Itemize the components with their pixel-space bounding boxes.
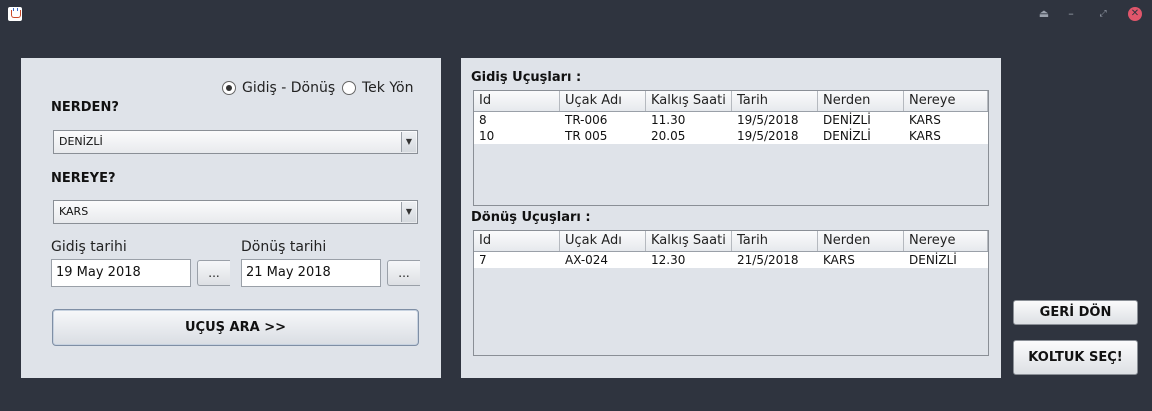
table-cell: DENİZLİ [823,113,871,127]
select-seat-button[interactable]: KOLTUK SEÇ! [1013,340,1138,375]
table-body: 8 TR-006 11.30 19/5/2018 DENİZLİ KARS 10… [474,112,988,205]
table-cell: 12.30 [651,253,686,267]
round-trip-label: Gidiş - Dönüş [242,80,336,96]
java-app-icon [8,7,22,21]
table-cell: TR 005 [565,129,608,143]
column-header[interactable]: Nereye [904,91,988,111]
return-flights-table[interactable]: Id Uçak Adı Kalkış Saati Tarih Nerden Ne… [473,230,989,356]
table-cell: 11.30 [651,113,686,127]
depart-date-picker-button[interactable]: ... [197,260,230,286]
back-button[interactable]: GERİ DÖN [1013,300,1138,325]
outbound-flights-title: Gidiş Uçuşları : [471,70,582,85]
table-body: 7 AX-024 12.30 21/5/2018 KARS DENİZLİ [474,252,988,355]
close-icon[interactable]: ✕ [1128,7,1142,21]
depart-date-label: Gidiş tarihi [51,239,127,255]
table-cell: 19/5/2018 [737,129,799,143]
table-row[interactable]: 10 TR 005 20.05 19/5/2018 DENİZLİ KARS [474,128,988,144]
return-date-picker-button[interactable]: ... [387,260,420,286]
return-date-field[interactable]: 21 May 2018 [241,259,381,287]
outbound-flights-table[interactable]: Id Uçak Adı Kalkış Saati Tarih Nerden Ne… [473,90,989,206]
table-cell: 7 [479,253,487,267]
minimize-icon[interactable]: – [1064,7,1078,21]
table-cell: 8 [479,113,487,127]
table-header: Id Uçak Adı Kalkış Saati Tarih Nerden Ne… [474,231,988,252]
column-header[interactable]: Id [474,91,560,111]
to-label: NEREYE? [51,171,116,186]
radio-selected-icon [222,81,236,95]
search-flights-button[interactable]: UÇUŞ ARA >> [52,309,419,346]
to-select-value: KARS [59,205,89,218]
table-header: Id Uçak Adı Kalkış Saati Tarih Nerden Ne… [474,91,988,112]
from-label: NERDEN? [51,100,119,115]
radio-unselected-icon [342,81,356,95]
search-panel: Gidiş - Dönüş Tek Yön NERDEN? DENİZLİ ▼ … [21,58,441,378]
table-cell: DENİZLİ [823,129,871,143]
depart-date-field[interactable]: 19 May 2018 [51,259,191,287]
table-cell: TR-006 [565,113,608,127]
table-cell: 19/5/2018 [737,113,799,127]
column-header[interactable]: Tarih [732,231,818,251]
eject-icon[interactable]: ⏏ [1037,7,1051,21]
column-header[interactable]: Tarih [732,91,818,111]
column-header[interactable]: Uçak Adı [560,91,646,111]
table-row[interactable]: 8 TR-006 11.30 19/5/2018 DENİZLİ KARS [474,112,988,128]
table-cell: KARS [909,113,941,127]
column-header[interactable]: Nerden [818,91,904,111]
column-header[interactable]: Nerden [818,231,904,251]
table-cell: 10 [479,129,495,143]
one-way-label: Tek Yön [362,80,414,96]
flights-panel: Gidiş Uçuşları : Id Uçak Adı Kalkış Saat… [461,58,1001,378]
table-cell: 20.05 [651,129,686,143]
from-select-value: DENİZLİ [59,135,103,148]
column-header[interactable]: Nereye [904,231,988,251]
return-flights-title: Dönüş Uçuşları : [471,210,591,225]
column-header[interactable]: Id [474,231,560,251]
table-cell: KARS [823,253,855,267]
column-header[interactable]: Kalkış Saati [646,231,732,251]
one-way-radio[interactable]: Tek Yön [342,80,413,96]
table-row[interactable]: 7 AX-024 12.30 21/5/2018 KARS DENİZLİ [474,252,988,268]
restore-icon[interactable]: ⤢ [1096,7,1110,21]
round-trip-radio[interactable]: Gidiş - Dönüş [222,80,335,96]
table-cell: AX-024 [565,253,609,267]
table-cell: 21/5/2018 [737,253,799,267]
table-cell: KARS [909,129,941,143]
column-header[interactable]: Kalkış Saati [646,91,732,111]
to-select[interactable]: KARS ▼ [53,200,418,224]
chevron-down-icon[interactable]: ▼ [401,132,416,152]
from-select[interactable]: DENİZLİ ▼ [53,130,418,154]
title-bar: ⏏ – ⤢ ✕ [0,0,1152,28]
column-header[interactable]: Uçak Adı [560,231,646,251]
table-cell: DENİZLİ [909,253,957,267]
chevron-down-icon[interactable]: ▼ [401,202,416,222]
return-date-label: Dönüş tarihi [241,239,327,255]
